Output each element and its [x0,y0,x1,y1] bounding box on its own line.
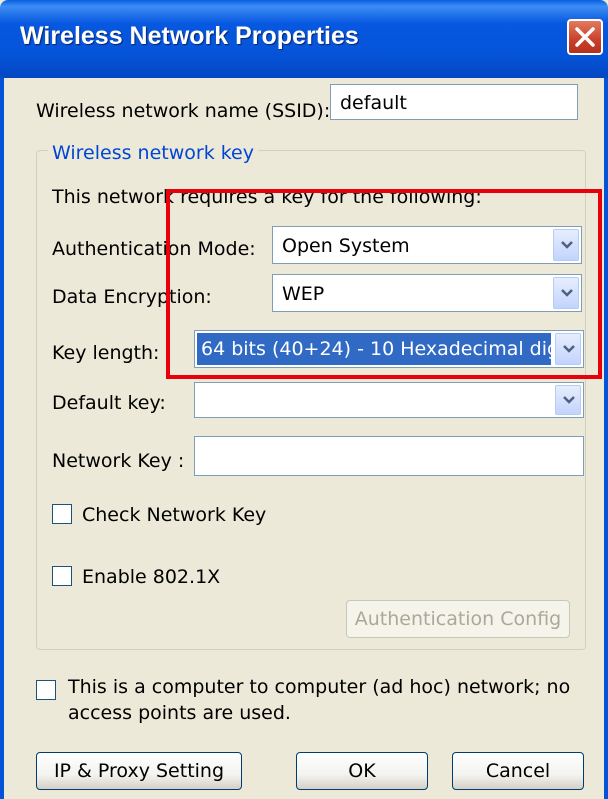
title-bar[interactable]: Wireless Network Properties [0,0,608,78]
adhoc-checkbox[interactable] [36,680,56,700]
window-frame-left [0,78,4,799]
default-key-select[interactable] [194,382,584,418]
window-frame-right [604,78,608,799]
chevron-down-icon [563,396,575,404]
default-key-dropdown-button[interactable] [555,385,581,415]
close-button[interactable] [567,19,603,55]
adhoc-label-line2[interactable]: access points are used. [68,702,291,724]
enable-8021x-checkbox[interactable] [52,566,72,586]
close-icon [575,27,595,47]
check-network-key-checkbox[interactable] [52,504,72,524]
adhoc-label-line1[interactable]: This is a computer to computer (ad hoc) … [68,676,570,698]
window-title: Wireless Network Properties [20,22,359,50]
group-title: Wireless network key [48,142,258,164]
cancel-button[interactable]: Cancel [452,752,584,790]
network-key-input[interactable] [194,436,584,476]
key-length-label: Key length: [52,342,160,364]
ip-proxy-setting-button[interactable]: IP & Proxy Setting [36,752,242,790]
check-network-key-label[interactable]: Check Network Key [82,504,266,526]
ssid-label: Wireless network name (SSID): [36,100,331,122]
authentication-config-button[interactable]: Authentication Config [346,600,570,638]
enable-8021x-label[interactable]: Enable 802.1X [82,566,220,588]
ssid-value: default [340,92,407,114]
network-key-label: Network Key : [52,450,185,472]
ssid-input[interactable]: default [330,84,578,120]
default-key-label: Default key: [52,392,166,414]
ok-button[interactable]: OK [296,752,428,790]
highlight-annotation-box [166,189,602,379]
